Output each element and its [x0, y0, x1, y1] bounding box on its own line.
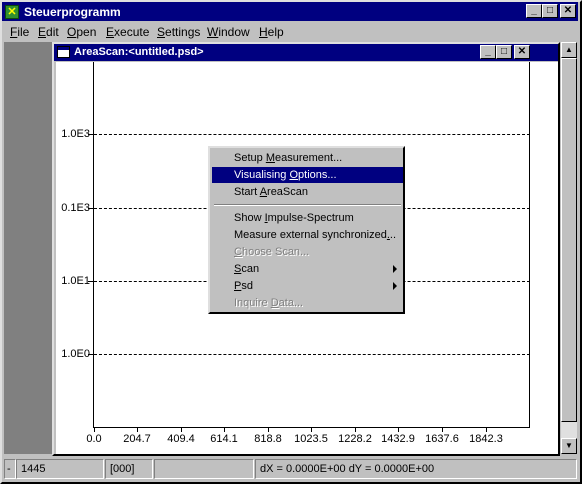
y-tick-label: 1.0E1 — [61, 275, 90, 287]
menu-separator — [214, 204, 401, 206]
areascan-title: AreaScan:<untitled.psd> — [74, 46, 204, 58]
child-maximize-button[interactable]: □ — [496, 45, 512, 59]
x-tick — [268, 428, 269, 432]
menu-item-psd[interactable]: Psd — [212, 278, 403, 294]
x-tick-label: 1023.5 — [294, 433, 328, 445]
status-delta: dX = 0.0000E+00 dY = 0.0000E+00 — [255, 459, 577, 479]
minimize-icon: _ — [485, 46, 491, 57]
menu-window[interactable]: Window — [207, 25, 250, 39]
minimize-icon: _ — [531, 5, 537, 16]
menu-bar: File Edit Open Execute Settings Window H… — [2, 22, 578, 41]
x-tick — [442, 428, 443, 432]
menu-item-choose-scan[interactable]: Choose Scan... — [212, 244, 403, 260]
x-tick-label: 1228.2 — [338, 433, 372, 445]
document-icon[interactable] — [57, 46, 70, 58]
maximize-button[interactable]: □ — [542, 4, 558, 18]
status-count: 1445 — [16, 459, 104, 479]
right-border — [529, 62, 530, 428]
menu-help[interactable]: Help — [259, 25, 284, 39]
y-axis — [93, 62, 94, 428]
title-bar[interactable]: ✕ Steuerprogramm _ □ ✕ — [2, 2, 578, 21]
menu-item-measure-external[interactable]: Measure external synchronized... — [212, 227, 403, 243]
maximize-icon: □ — [500, 46, 508, 57]
x-tick — [181, 428, 182, 432]
arrow-down-icon: ▼ — [565, 441, 573, 450]
menu-item-start-areascan[interactable]: Start AreaScan — [212, 184, 403, 200]
x-tick-label: 409.4 — [167, 433, 195, 445]
window-title: Steuerprogramm — [24, 5, 121, 19]
menu-item-show-impulse-spectrum[interactable]: Show Impulse-Spectrum — [212, 210, 403, 226]
x-tick — [94, 428, 95, 432]
grid-line — [94, 134, 530, 135]
minimize-button[interactable]: _ — [526, 4, 542, 18]
y-tick-label: 1.0E3 — [61, 128, 90, 140]
areascan-title-bar[interactable]: AreaScan:<untitled.psd> _ □ ✕ — [54, 44, 558, 61]
x-tick-label: 1637.6 — [425, 433, 459, 445]
child-close-button[interactable]: ✕ — [514, 45, 530, 59]
x-tick-label: 614.1 — [210, 433, 238, 445]
grid-line — [94, 354, 530, 355]
menu-item-setup-measurement[interactable]: Setup Measurement... — [212, 150, 403, 166]
submenu-arrow-icon — [393, 282, 397, 290]
x-tick — [355, 428, 356, 432]
menu-settings[interactable]: Settings — [157, 25, 200, 39]
x-tick-label: 0.0 — [86, 433, 102, 445]
scroll-thumb[interactable] — [561, 58, 577, 422]
x-tick — [398, 428, 399, 432]
x-tick-label: 1842.3 — [469, 433, 503, 445]
scroll-up-button[interactable]: ▲ — [561, 42, 577, 58]
close-icon: ✕ — [563, 5, 573, 16]
maximize-icon: □ — [546, 5, 554, 16]
x-tick — [224, 428, 225, 432]
menu-item-visualising-options[interactable]: Visualising Options... — [212, 167, 403, 183]
app-icon[interactable]: ✕ — [5, 5, 19, 19]
x-tick-label: 204.7 — [123, 433, 151, 445]
child-minimize-button[interactable]: _ — [480, 45, 496, 59]
y-tick-label: 0.1E3 — [61, 202, 90, 214]
x-tick-label: 1432.9 — [381, 433, 415, 445]
scroll-down-button[interactable]: ▼ — [561, 438, 577, 454]
menu-execute[interactable]: Execute — [106, 25, 149, 39]
x-tick — [486, 428, 487, 432]
status-indicator: - — [4, 459, 16, 479]
arrow-up-icon: ▲ — [565, 45, 573, 54]
menu-open[interactable]: Open — [67, 25, 96, 39]
menu-item-inquire-data[interactable]: Inquire Data... — [212, 295, 403, 311]
menu-item-scan[interactable]: Scan — [212, 261, 403, 277]
status-index: [000] — [105, 459, 153, 479]
x-tick — [311, 428, 312, 432]
status-empty — [154, 459, 254, 479]
close-icon: ✕ — [517, 46, 527, 57]
x-tick-label: 818.8 — [254, 433, 282, 445]
context-menu: Setup Measurement... Visualising Options… — [208, 146, 405, 314]
menu-edit[interactable]: Edit — [38, 25, 59, 39]
close-button[interactable]: ✕ — [560, 4, 576, 18]
menu-file[interactable]: File — [10, 25, 29, 39]
x-tick — [137, 428, 138, 432]
submenu-arrow-icon — [393, 265, 397, 273]
y-tick-label: 1.0E0 — [61, 348, 90, 360]
